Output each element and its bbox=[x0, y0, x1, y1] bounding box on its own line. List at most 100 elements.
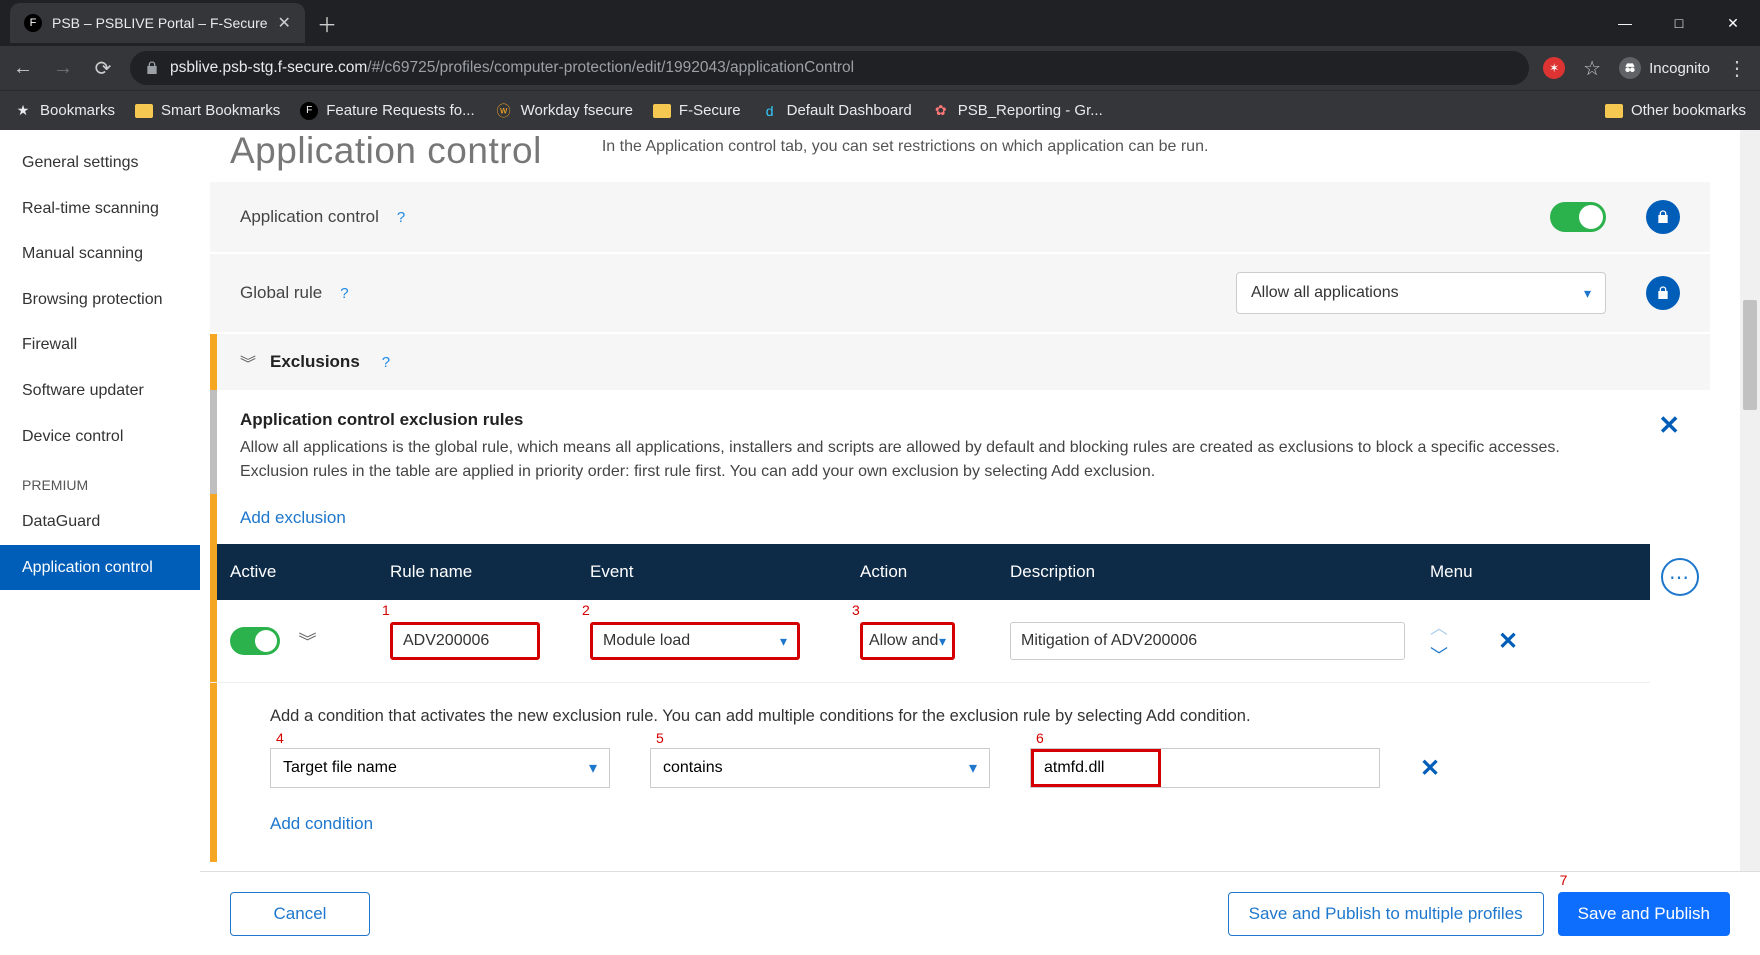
nav-reload-icon[interactable]: ⟳ bbox=[90, 55, 116, 81]
annotation-6: 6 bbox=[1036, 730, 1044, 746]
star-icon[interactable]: ☆ bbox=[1579, 55, 1605, 81]
chevron-up-icon[interactable]: ︿ bbox=[1430, 614, 1448, 640]
extension-icon[interactable]: ✶ bbox=[1543, 57, 1565, 79]
condition-help-text: Add a condition that activates the new e… bbox=[270, 707, 1610, 726]
chevron-down-icon: ▾ bbox=[589, 758, 597, 778]
bookmark-item[interactable]: ⓦWorkday fsecure bbox=[495, 102, 633, 120]
bookmark-item[interactable]: Smart Bookmarks bbox=[135, 102, 280, 119]
select-value: Allow all applications bbox=[1251, 284, 1399, 302]
row-active-toggle[interactable] bbox=[230, 627, 280, 655]
page-title: Application control bbox=[230, 130, 542, 172]
collapse-icon: ︾ bbox=[240, 350, 256, 374]
reorder-arrows[interactable]: ︿ ﹀ bbox=[1430, 614, 1448, 668]
browser-titlebar: F PSB – PSBLIVE Portal – F-Secure ✕ ＋ ― … bbox=[0, 0, 1760, 46]
bookmark-item[interactable]: dDefault Dashboard bbox=[761, 102, 912, 120]
incognito-badge: Incognito bbox=[1619, 57, 1710, 79]
setting-row-app-control: Application control ? bbox=[210, 182, 1710, 254]
chevron-down-icon[interactable]: ﹀ bbox=[1430, 642, 1448, 668]
col-action: Action bbox=[840, 544, 990, 600]
help-icon[interactable]: ? bbox=[397, 209, 405, 226]
delete-condition-icon[interactable]: ✕ bbox=[1420, 754, 1440, 783]
annotation-4: 4 bbox=[276, 730, 284, 746]
col-menu: Menu bbox=[1410, 544, 1650, 600]
condition-field-select[interactable]: Target file name▾ bbox=[270, 748, 610, 788]
lock-badge-icon[interactable] bbox=[1646, 200, 1680, 234]
app-control-toggle[interactable] bbox=[1550, 202, 1606, 232]
rules-description: Allow all applications is the global rul… bbox=[240, 436, 1628, 484]
more-menu-button[interactable]: ⋯ bbox=[1661, 558, 1699, 596]
other-bookmarks[interactable]: Other bookmarks bbox=[1605, 102, 1746, 119]
bookmark-item[interactable]: F-Secure bbox=[653, 102, 741, 119]
tab-title: PSB – PSBLIVE Portal – F-Secure bbox=[52, 15, 268, 31]
bookmark-item[interactable]: FFeature Requests fo... bbox=[300, 102, 474, 120]
sidebar: General settings Real-time scanning Manu… bbox=[0, 130, 200, 955]
sidebar-item-general[interactable]: General settings bbox=[0, 140, 200, 186]
chevron-down-icon: ▾ bbox=[1584, 285, 1591, 302]
sidebar-item-manual[interactable]: Manual scanning bbox=[0, 231, 200, 277]
sidebar-item-dataguard[interactable]: DataGuard bbox=[0, 499, 200, 545]
annotation-7: 7 bbox=[1560, 872, 1568, 888]
setting-row-global-rule: Global rule ? Allow all applications ▾ bbox=[210, 254, 1710, 334]
bookmarks-bar: ★Bookmarks Smart Bookmarks FFeature Requ… bbox=[0, 90, 1760, 130]
rule-name-input[interactable]: ADV200006 bbox=[390, 622, 540, 660]
add-condition-link[interactable]: Add condition bbox=[270, 814, 373, 834]
help-icon[interactable]: ? bbox=[340, 285, 348, 302]
scrollbar-thumb[interactable] bbox=[1743, 300, 1757, 410]
col-rule: Rule name bbox=[370, 544, 570, 600]
col-active: Active bbox=[210, 544, 370, 600]
global-rule-select[interactable]: Allow all applications ▾ bbox=[1236, 272, 1606, 314]
sidebar-item-software-updater[interactable]: Software updater bbox=[0, 368, 200, 414]
description-input[interactable]: Mitigation of ADV200006 bbox=[1010, 622, 1405, 660]
window-minimize-icon[interactable]: ― bbox=[1598, 3, 1652, 43]
lock-badge-icon[interactable] bbox=[1646, 276, 1680, 310]
col-event: Event bbox=[570, 544, 840, 600]
sidebar-item-application-control[interactable]: Application control bbox=[0, 545, 200, 591]
new-tab-button[interactable]: ＋ bbox=[317, 9, 337, 38]
tab-close-icon[interactable]: ✕ bbox=[278, 13, 291, 33]
chevron-down-icon: ▾ bbox=[939, 633, 946, 650]
url-input[interactable]: psblive.psb-stg.f-secure.com/#/c69725/pr… bbox=[130, 51, 1529, 85]
save-publish-button[interactable]: Save and Publish bbox=[1558, 892, 1730, 936]
save-multiple-button[interactable]: Save and Publish to multiple profiles bbox=[1228, 892, 1544, 936]
sidebar-item-device-control[interactable]: Device control bbox=[0, 414, 200, 460]
exclusions-header[interactable]: ︾ Exclusions ? bbox=[210, 334, 1710, 390]
lock-icon bbox=[144, 60, 160, 76]
footer-bar: Cancel Save and Publish to multiple prof… bbox=[200, 871, 1760, 955]
cancel-button[interactable]: Cancel bbox=[230, 892, 370, 936]
add-exclusion-link[interactable]: Add exclusion bbox=[240, 508, 346, 527]
sidebar-item-realtime[interactable]: Real-time scanning bbox=[0, 186, 200, 232]
condition-value-input[interactable]: atmfd.dll bbox=[1031, 749, 1161, 787]
sidebar-item-browsing[interactable]: Browsing protection bbox=[0, 277, 200, 323]
annotation-1: 1 bbox=[382, 602, 390, 618]
action-select[interactable]: Allow and▾ bbox=[860, 622, 955, 660]
rules-title: Application control exclusion rules bbox=[240, 410, 1628, 430]
close-icon[interactable]: ✕ bbox=[1658, 410, 1680, 441]
exclusions-title: Exclusions bbox=[270, 352, 360, 372]
bookmark-item[interactable]: ★Bookmarks bbox=[14, 102, 115, 120]
window-maximize-icon[interactable]: □ bbox=[1652, 3, 1706, 43]
help-icon[interactable]: ? bbox=[382, 354, 390, 371]
chevron-down-icon: ▾ bbox=[780, 633, 787, 650]
page-subtitle: In the Application control tab, you can … bbox=[602, 130, 1209, 156]
exclusion-table-header: Active Rule name Event Action Descriptio… bbox=[210, 544, 1650, 600]
setting-label: Application control bbox=[240, 207, 379, 227]
browser-menu-icon[interactable]: ⋮ bbox=[1724, 55, 1750, 81]
col-desc: Description bbox=[990, 544, 1410, 600]
tab-favicon: F bbox=[24, 14, 42, 32]
bookmark-item[interactable]: ✿PSB_Reporting - Gr... bbox=[932, 102, 1103, 120]
exclusion-table-row: ︾ 1 ADV200006 2 Module load▾ bbox=[210, 600, 1650, 683]
expand-icon[interactable]: ︾ bbox=[298, 628, 316, 654]
nav-forward-icon[interactable]: → bbox=[50, 55, 76, 81]
sidebar-item-firewall[interactable]: Firewall bbox=[0, 322, 200, 368]
scrollbar[interactable] bbox=[1740, 130, 1760, 955]
event-select[interactable]: Module load▾ bbox=[590, 622, 800, 660]
annotation-5: 5 bbox=[656, 730, 664, 746]
nav-back-icon[interactable]: ← bbox=[10, 55, 36, 81]
chevron-down-icon: ▾ bbox=[969, 758, 977, 778]
browser-address-bar: ← → ⟳ psblive.psb-stg.f-secure.com/#/c69… bbox=[0, 46, 1760, 90]
browser-tab[interactable]: F PSB – PSBLIVE Portal – F-Secure ✕ bbox=[10, 3, 305, 43]
condition-op-select[interactable]: contains▾ bbox=[650, 748, 990, 788]
delete-row-icon[interactable]: ✕ bbox=[1498, 627, 1518, 656]
window-close-icon[interactable]: ✕ bbox=[1706, 3, 1760, 43]
annotation-2: 2 bbox=[582, 602, 590, 618]
